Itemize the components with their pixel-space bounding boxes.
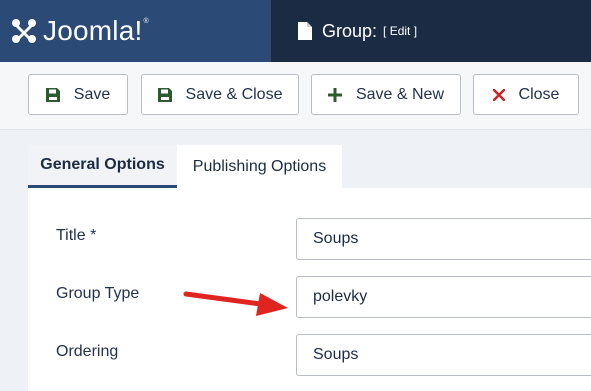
save-new-button[interactable]: Save & New — [311, 74, 461, 115]
brand[interactable]: Joomla! ® — [0, 0, 271, 62]
app-header: Joomla! ® Group: [ Edit ] — [0, 0, 591, 62]
close-button[interactable]: Close — [473, 74, 579, 115]
ordering-field[interactable]: Soups — [296, 334, 591, 376]
save-new-label: Save & New — [355, 85, 445, 103]
brand-registered-mark: ® — [143, 17, 149, 25]
floppy-disk-icon — [157, 87, 172, 102]
group-type-field[interactable]: polevky — [296, 276, 591, 318]
tab-general-options[interactable]: General Options — [28, 145, 177, 188]
plus-icon — [327, 87, 342, 102]
save-button[interactable]: Save — [28, 74, 128, 115]
save-label: Save — [73, 85, 111, 103]
file-icon — [298, 22, 312, 40]
floppy-disk-icon — [45, 87, 60, 102]
page-title: Group: — [322, 20, 378, 41]
tab-list: General Options Publishing Options — [28, 145, 342, 188]
joomla-logo-icon — [12, 19, 36, 43]
tab-publishing-options[interactable]: Publishing Options — [177, 145, 342, 188]
save-close-button[interactable]: Save & Close — [141, 74, 299, 115]
save-close-label: Save & Close — [185, 85, 283, 103]
toolbar: Save Save & Close Save & New Close — [0, 62, 591, 130]
annotation-arrow — [183, 291, 288, 316]
close-label: Close — [518, 85, 560, 103]
close-icon — [492, 88, 505, 101]
brand-name: Joomla! — [43, 15, 143, 46]
group-type-label: Group Type — [56, 285, 140, 302]
page-title-mode: [ Edit ] — [383, 24, 418, 38]
ordering-label: Ordering — [56, 343, 119, 360]
title-field[interactable]: Soups — [296, 218, 591, 260]
title-bar: Group: [ Edit ] — [271, 0, 591, 62]
title-label: Title * — [56, 227, 97, 244]
form-panel: Title * Soups Group Type polevky Orderin… — [28, 188, 591, 391]
